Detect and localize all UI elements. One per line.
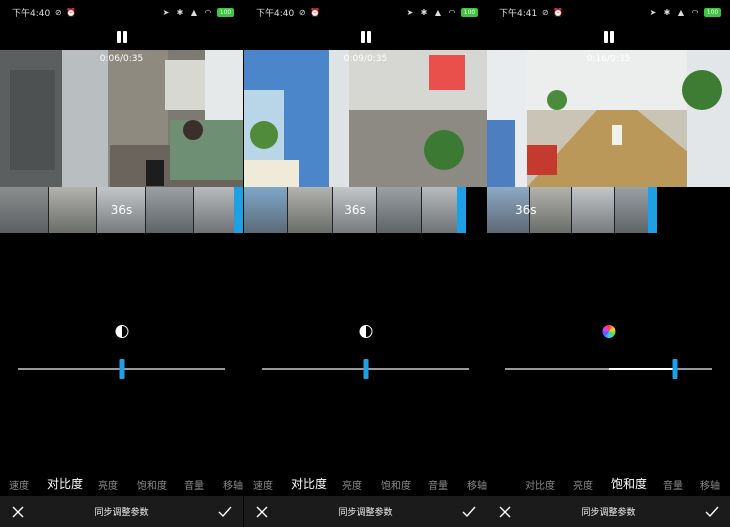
- slider-thumb[interactable]: [119, 359, 124, 379]
- alarm-icon: ⏰: [66, 7, 77, 17]
- mute-icon: ⊘: [298, 7, 306, 17]
- editor-panel-1: 下午4:40 ⊘ ⏰ ➤ ✱ ▲ ◠ 100 0:06/0:35 36s 速度 …: [0, 0, 243, 527]
- bottom-bar-title: 同步调整参数: [581, 508, 636, 518]
- tab-saturation[interactable]: 饱和度: [381, 477, 411, 492]
- video-preview[interactable]: [244, 50, 487, 187]
- signal-icon: ▲: [190, 7, 198, 17]
- adjust-slider[interactable]: [18, 359, 225, 379]
- cancel-button[interactable]: [497, 504, 513, 520]
- bluetooth-icon: ✱: [176, 7, 184, 17]
- adjust-slider[interactable]: [262, 359, 469, 379]
- editor-panel-3: 下午4:41 ⊘ ⏰ ➤ ✱ ▲ ◠ 100 0:16/0:35 36s 对比度…: [487, 0, 730, 527]
- timecode: 0:09/0:35: [343, 54, 388, 64]
- office-scene-image: [0, 50, 243, 187]
- bluetooth-icon: ✱: [420, 7, 428, 17]
- wifi-icon: ◠: [204, 7, 212, 17]
- tab-volume[interactable]: 音量: [428, 477, 448, 492]
- bottom-bar: 同步调整参数: [0, 496, 243, 527]
- tab-saturation[interactable]: 饱和度: [137, 477, 167, 492]
- bottom-bar: 同步调整参数: [487, 496, 730, 527]
- contrast-icon: [115, 325, 128, 338]
- status-bar: 下午4:41 ⊘ ⏰ ➤ ✱ ▲ ◠ 100: [487, 0, 730, 24]
- wifi-icon: ◠: [448, 7, 456, 17]
- pause-button[interactable]: [359, 30, 373, 44]
- signal-icon: ▲: [677, 7, 685, 17]
- timeline-strip[interactable]: 36s: [244, 187, 466, 233]
- tab-contrast[interactable]: 对比度: [291, 475, 327, 492]
- cancel-button[interactable]: [254, 504, 270, 520]
- alarm-icon: ⏰: [553, 7, 564, 17]
- mute-icon: ⊘: [541, 7, 549, 17]
- status-time: 下午4:40: [256, 8, 295, 19]
- timeline-duration: 36s: [344, 203, 366, 217]
- navigation-icon: ➤: [406, 7, 414, 17]
- adjust-tabs: 速度 对比度 亮度 饱和度 音量 移轴: [0, 474, 243, 492]
- alarm-icon: ⏰: [310, 7, 321, 17]
- mute-icon: ⊘: [54, 7, 62, 17]
- signal-icon: ▲: [434, 7, 442, 17]
- timeline-duration: 36s: [515, 203, 537, 217]
- pause-button[interactable]: [602, 30, 616, 44]
- status-bar: 下午4:40 ⊘ ⏰ ➤ ✱ ▲ ◠ 100: [0, 0, 243, 24]
- slider-fill: [608, 368, 675, 370]
- tab-brightness[interactable]: 亮度: [342, 477, 362, 492]
- battery-icon: 100: [217, 7, 234, 17]
- status-time: 下午4:40: [12, 8, 51, 19]
- pause-button[interactable]: [115, 30, 129, 44]
- confirm-button[interactable]: [217, 504, 233, 520]
- editor-panel-2: 下午4:40 ⊘ ⏰ ➤ ✱ ▲ ◠ 100 0:09/0:35 36s 速度 …: [244, 0, 487, 527]
- adjust-tabs: 速度 对比度 亮度 饱和度 音量 移轴: [487, 474, 730, 492]
- close-icon: [499, 506, 511, 517]
- slider-thumb[interactable]: [672, 359, 678, 379]
- tab-contrast[interactable]: 对比度: [525, 477, 555, 492]
- tab-brightness[interactable]: 亮度: [98, 477, 118, 492]
- check-icon: [218, 506, 232, 517]
- check-icon: [705, 506, 719, 517]
- tab-speed[interactable]: 速度: [253, 477, 273, 492]
- close-icon: [12, 506, 24, 517]
- timeline-trim-handle[interactable]: [234, 187, 243, 233]
- timeline-strip[interactable]: 36s: [0, 187, 243, 233]
- bottom-bar: 同步调整参数: [244, 496, 487, 527]
- navigation-icon: ➤: [649, 7, 657, 17]
- office-scene-image: [244, 50, 487, 187]
- tab-speed[interactable]: 速度: [9, 477, 29, 492]
- timeline-trim-handle[interactable]: [457, 187, 466, 233]
- video-preview[interactable]: [487, 50, 730, 187]
- contrast-icon: [359, 325, 372, 338]
- wifi-icon: ◠: [691, 7, 699, 17]
- timecode: 0:06/0:35: [99, 54, 144, 64]
- confirm-button[interactable]: [461, 504, 477, 520]
- timecode: 0:16/0:35: [586, 54, 631, 64]
- bottom-bar-title: 同步调整参数: [338, 508, 393, 518]
- tab-saturation[interactable]: 饱和度: [611, 475, 647, 492]
- bluetooth-icon: ✱: [663, 7, 671, 17]
- check-icon: [462, 506, 476, 517]
- status-bar: 下午4:40 ⊘ ⏰ ➤ ✱ ▲ ◠ 100: [244, 0, 487, 24]
- slider-thumb[interactable]: [363, 359, 368, 379]
- timeline-strip[interactable]: 36s: [487, 187, 657, 233]
- timeline-trim-handle[interactable]: [648, 187, 657, 233]
- tab-contrast[interactable]: 对比度: [47, 475, 83, 492]
- bottom-bar-title: 同步调整参数: [94, 508, 149, 518]
- adjust-slider[interactable]: [505, 359, 712, 379]
- tab-brightness[interactable]: 亮度: [573, 477, 593, 492]
- tab-tilt-shift[interactable]: 移轴: [223, 477, 243, 492]
- close-icon: [256, 506, 268, 517]
- tab-volume[interactable]: 音量: [663, 477, 683, 492]
- tab-tilt-shift[interactable]: 移轴: [700, 477, 720, 492]
- cancel-button[interactable]: [10, 504, 26, 520]
- status-time: 下午4:41: [499, 8, 538, 19]
- confirm-button[interactable]: [704, 504, 720, 520]
- navigation-icon: ➤: [162, 7, 170, 17]
- tab-volume[interactable]: 音量: [184, 477, 204, 492]
- battery-icon: 100: [704, 7, 721, 17]
- office-scene-image: [487, 50, 730, 187]
- saturation-icon: [602, 325, 615, 338]
- timeline-duration: 36s: [110, 203, 133, 217]
- adjust-tabs: 速度 对比度 亮度 饱和度 音量 移轴: [244, 474, 487, 492]
- tab-tilt-shift[interactable]: 移轴: [467, 477, 487, 492]
- video-preview[interactable]: [0, 50, 243, 187]
- battery-icon: 100: [461, 7, 478, 17]
